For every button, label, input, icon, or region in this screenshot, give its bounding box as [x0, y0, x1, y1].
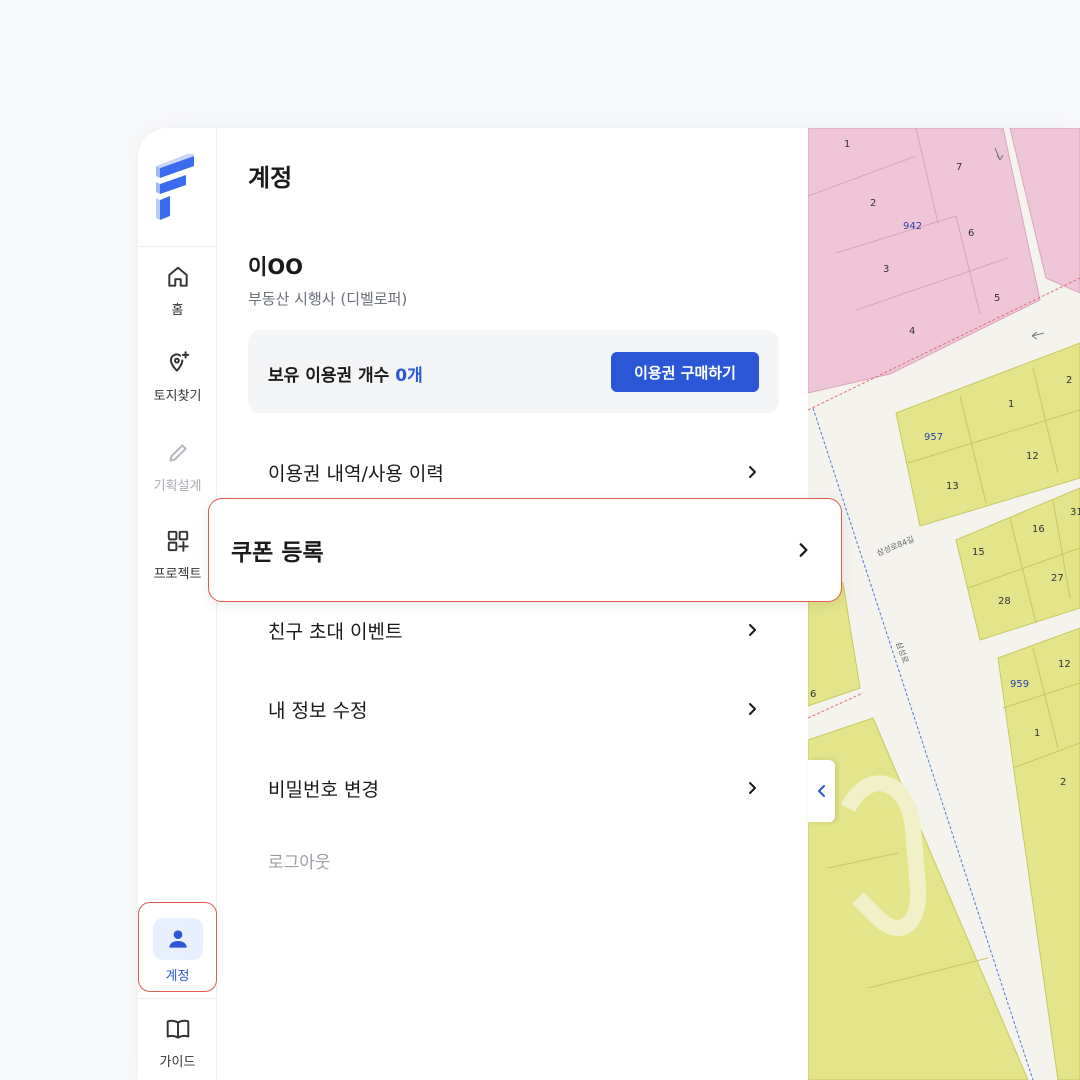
svg-text:16: 16: [1032, 524, 1045, 535]
sidebar-item-label: 토지찾기: [153, 389, 202, 404]
user-name: 이OO: [248, 255, 304, 279]
menu-item-label: 친구 초대 이벤트: [268, 620, 403, 643]
svg-text:15: 15: [972, 547, 985, 558]
menu-item-label: 쿠폰 등록: [231, 540, 324, 566]
brand-logo[interactable]: [154, 154, 200, 224]
sidebar-item-label: 계정: [165, 969, 190, 984]
svg-text:1: 1: [1034, 728, 1040, 739]
collapse-panel-button[interactable]: [808, 760, 835, 822]
account-panel: 계정 이OO 부동산 시행사 (디벨로퍼) 보유 이용권 개수 0개 이용권 구…: [218, 128, 808, 1080]
svg-text:2: 2: [870, 198, 876, 209]
user-role: 부동산 시행사 (디벨로퍼): [248, 290, 408, 308]
user-icon: [168, 930, 187, 948]
ticket-summary-text: 보유 이용권 개수 0개: [268, 361, 423, 386]
menu-item-ticket-history[interactable]: 이용권 내역/사용 이력: [248, 445, 779, 499]
menu-item-label: 내 정보 수정: [268, 699, 368, 722]
svg-text:31: 31: [1070, 507, 1080, 518]
rail-divider: [138, 246, 217, 247]
home-icon: [167, 266, 188, 287]
menu-item-coupon-register[interactable]: 쿠폰 등록: [208, 498, 842, 602]
chevron-right-icon: [799, 543, 808, 557]
svg-text:2: 2: [1066, 375, 1072, 386]
ticket-summary-card: 보유 이용권 개수 0개 이용권 구매하기: [248, 330, 779, 413]
svg-text:삼성로84길: 삼성로84길: [875, 534, 915, 558]
menu-item-edit-profile[interactable]: 내 정보 수정: [248, 682, 779, 736]
sidebar-item-label: 기획설계: [153, 479, 202, 494]
svg-text:7: 7: [956, 162, 962, 173]
svg-text:4: 4: [909, 326, 915, 337]
chevron-left-icon: [817, 785, 825, 797]
svg-text:1: 1: [844, 139, 850, 150]
menu-item-invite-event[interactable]: 친구 초대 이벤트: [248, 603, 779, 657]
sidebar-item-label: 홈: [171, 303, 184, 318]
app-window: 홈 토지찾기 기획설계 프로젝트 계정 가이드 계정 이OO 부동산 시행사 (…: [138, 128, 1080, 1080]
grid-plus-icon: [167, 530, 189, 552]
menu-item-label: 비밀번호 변경: [268, 778, 379, 801]
sidebar-item-project[interactable]: 프로젝트: [138, 528, 217, 582]
buy-ticket-button[interactable]: 이용권 구매하기: [611, 352, 759, 392]
menu-item-change-password[interactable]: 비밀번호 변경: [248, 761, 779, 815]
chevron-right-icon: [749, 624, 756, 636]
sidebar: 홈 토지찾기 기획설계 프로젝트 계정 가이드: [138, 128, 217, 1080]
pencil-icon: [168, 444, 187, 462]
map-canvas: 1 7 2 942 6 3 5 4 2 1 957 12 13 16 31 15…: [808, 128, 1080, 1080]
ticket-label: 보유 이용권 개수: [268, 366, 390, 386]
svg-text:2: 2: [1060, 777, 1066, 788]
logout-link[interactable]: 로그아웃: [268, 848, 331, 873]
active-indicator: [152, 918, 203, 960]
rail-divider: [138, 998, 217, 999]
svg-text:942: 942: [903, 221, 922, 232]
chevron-right-icon: [749, 466, 756, 478]
sidebar-item-land-search[interactable]: 토지찾기: [138, 350, 217, 404]
map-view[interactable]: 1 7 2 942 6 3 5 4 2 1 957 12 13 16 31 15…: [808, 128, 1080, 1080]
svg-text:삼성로: 삼성로: [894, 640, 911, 664]
svg-text:957: 957: [924, 432, 943, 443]
menu-item-label: 이용권 내역/사용 이력: [268, 462, 444, 485]
sidebar-item-home[interactable]: 홈: [138, 264, 217, 318]
chevron-right-icon: [749, 782, 756, 794]
page-title: 계정: [248, 164, 293, 192]
svg-text:28: 28: [998, 596, 1011, 607]
sidebar-item-guide[interactable]: 가이드: [138, 1016, 217, 1070]
svg-text:6: 6: [968, 228, 974, 239]
chevron-right-icon: [749, 703, 756, 715]
svg-text:12: 12: [1026, 451, 1039, 462]
svg-text:13: 13: [946, 481, 959, 492]
svg-text:12: 12: [1058, 659, 1071, 670]
book-icon: [166, 1019, 189, 1039]
sidebar-item-planning[interactable]: 기획설계: [138, 440, 217, 494]
svg-text:5: 5: [994, 293, 1000, 304]
sidebar-item-label: 프로젝트: [153, 567, 202, 582]
map-pin-plus-icon: [169, 351, 189, 372]
svg-text:959: 959: [1010, 679, 1029, 690]
svg-text:6: 6: [810, 689, 816, 700]
svg-text:3: 3: [883, 264, 889, 275]
svg-text:1: 1: [1008, 399, 1014, 410]
svg-text:27: 27: [1051, 573, 1064, 584]
ticket-count: 0개: [395, 366, 423, 386]
sidebar-item-account[interactable]: 계정: [138, 918, 217, 984]
sidebar-item-label: 가이드: [159, 1055, 196, 1070]
